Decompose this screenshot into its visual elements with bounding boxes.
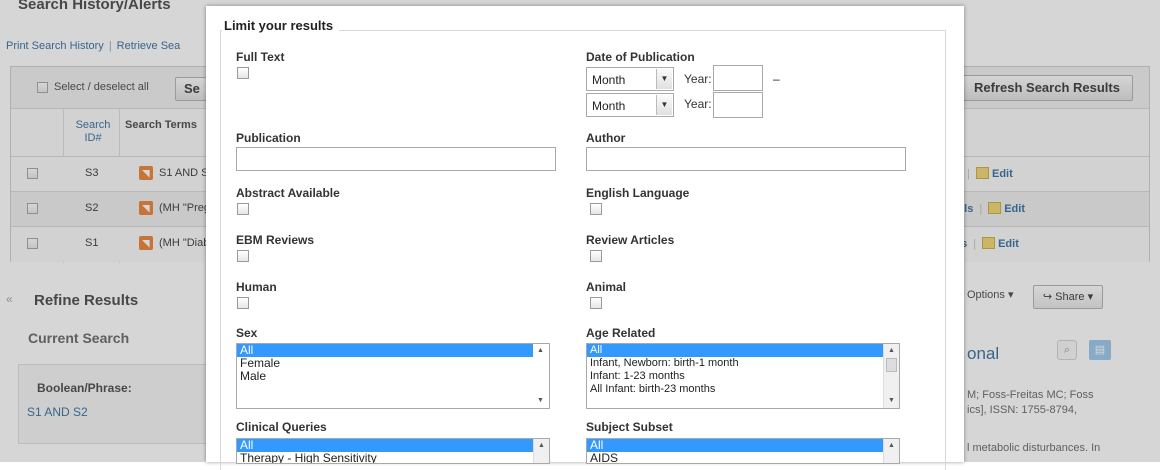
chevron-down-icon: ▼ xyxy=(656,95,672,115)
scroll-down-icon[interactable]: ▼ xyxy=(533,394,548,408)
clinical-scrollbar[interactable]: ▲ xyxy=(533,439,549,463)
sex-option[interactable]: All xyxy=(237,344,549,357)
english-language-label: English Language xyxy=(586,186,690,200)
start-year-label: Year: xyxy=(684,72,712,86)
clinical-option[interactable]: Therapy - High Sensitivity xyxy=(237,452,549,464)
subject-scrollbar[interactable]: ▲ xyxy=(883,439,899,463)
scroll-up-icon[interactable]: ▲ xyxy=(533,344,548,358)
age-related-label: Age Related xyxy=(586,326,656,340)
age-option[interactable]: Infant, Newborn: birth-1 month xyxy=(587,357,899,370)
author-input[interactable] xyxy=(586,147,906,171)
human-label: Human xyxy=(236,280,277,294)
publication-input[interactable] xyxy=(236,147,556,171)
ebm-reviews-checkbox[interactable] xyxy=(237,250,249,262)
scroll-up-icon[interactable]: ▲ xyxy=(884,344,899,358)
subject-option[interactable]: AIDS xyxy=(587,452,899,464)
end-month-select[interactable]: Month ▼ xyxy=(586,93,674,117)
subject-option[interactable]: All xyxy=(587,439,899,452)
full-text-label: Full Text xyxy=(236,50,285,64)
review-articles-label: Review Articles xyxy=(586,233,675,247)
age-option[interactable]: All xyxy=(587,344,899,357)
scroll-thumb[interactable] xyxy=(886,358,897,372)
end-month-value: Month xyxy=(592,99,626,113)
chevron-down-icon: ▼ xyxy=(656,69,672,89)
limit-results-legend: Limit your results xyxy=(222,18,340,33)
scroll-down-icon[interactable]: ▼ xyxy=(884,394,899,408)
full-text-checkbox[interactable] xyxy=(237,67,249,79)
clinical-queries-listbox[interactable]: All Therapy - High Sensitivity ▲ xyxy=(236,438,550,464)
review-articles-checkbox[interactable] xyxy=(590,250,602,262)
subject-subset-label: Subject Subset xyxy=(586,420,673,434)
animal-label: Animal xyxy=(586,280,627,294)
age-option[interactable]: Infant: 1-23 months xyxy=(587,370,899,383)
start-month-value: Month xyxy=(592,73,626,87)
limit-results-modal: Limit your results Full Text Date of Pub… xyxy=(206,6,964,470)
start-year-input[interactable] xyxy=(713,65,763,91)
abstract-available-checkbox[interactable] xyxy=(237,203,249,215)
author-label: Author xyxy=(586,131,626,145)
sex-option[interactable]: Male xyxy=(237,370,549,383)
date-range-dash: – xyxy=(773,72,780,86)
sex-listbox[interactable]: All Female Male ▲ ▼ xyxy=(236,343,550,409)
subject-subset-listbox[interactable]: All AIDS ▲ xyxy=(586,438,900,464)
animal-checkbox[interactable] xyxy=(590,297,602,309)
publication-label: Publication xyxy=(236,131,301,145)
date-publication-label: Date of Publication xyxy=(586,50,695,64)
sex-scrollbar[interactable]: ▲ ▼ xyxy=(533,344,549,408)
age-scrollbar[interactable]: ▲ ▼ xyxy=(883,344,899,408)
ebm-reviews-label: EBM Reviews xyxy=(236,233,315,247)
clinical-queries-label: Clinical Queries xyxy=(236,420,327,434)
scroll-up-icon[interactable]: ▲ xyxy=(534,439,549,453)
scroll-up-icon[interactable]: ▲ xyxy=(884,439,899,453)
end-year-input[interactable] xyxy=(713,92,763,118)
abstract-available-label: Abstract Available xyxy=(236,186,340,200)
english-language-checkbox[interactable] xyxy=(590,203,602,215)
age-option[interactable]: All Infant: birth-23 months xyxy=(587,383,899,396)
end-year-label: Year: xyxy=(684,97,712,111)
human-checkbox[interactable] xyxy=(237,297,249,309)
age-listbox[interactable]: All Infant, Newborn: birth-1 month Infan… xyxy=(586,343,900,409)
sex-label: Sex xyxy=(236,326,258,340)
sex-option[interactable]: Female xyxy=(237,357,549,370)
start-month-select[interactable]: Month ▼ xyxy=(586,67,674,91)
